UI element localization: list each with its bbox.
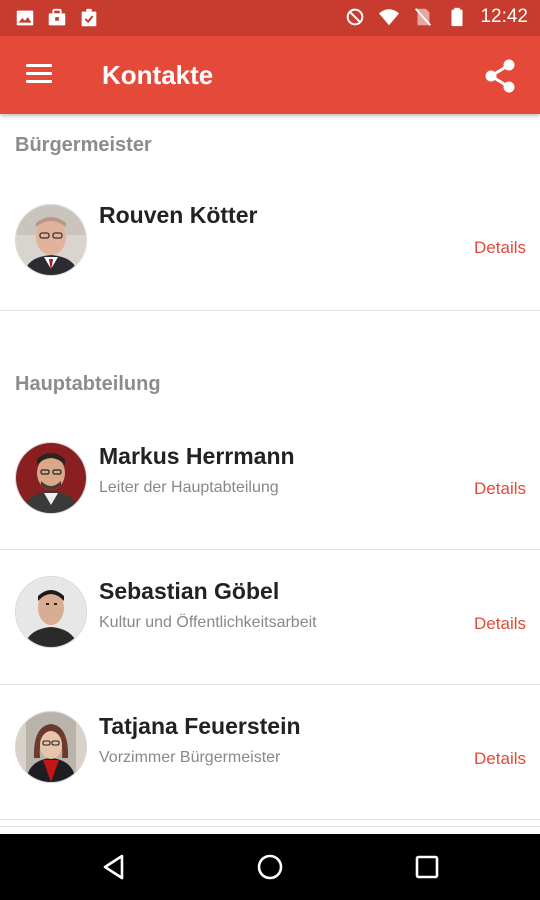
avatar (15, 442, 87, 514)
contact-name: Sebastian Göbel (99, 578, 280, 604)
share-icon[interactable] (480, 56, 520, 96)
details-link[interactable]: Details (474, 614, 526, 634)
do-not-disturb-icon (347, 8, 364, 26)
briefcase-icon (48, 8, 66, 26)
contact-card-markus-herrmann[interactable]: Markus Herrmann Leiter der Hauptabteilun… (0, 415, 540, 550)
status-time: 12:42 (480, 6, 528, 27)
recents-icon[interactable] (411, 851, 443, 883)
contact-role: Vorzimmer Bürgermeister (99, 749, 281, 766)
status-right-icons: 12:42 (344, 6, 528, 28)
menu-button[interactable] (22, 60, 62, 92)
back-icon[interactable] (98, 851, 130, 883)
page-title: Kontakte (102, 60, 214, 90)
avatar (15, 204, 87, 276)
menu-icon (26, 64, 52, 67)
details-link[interactable]: Details (474, 749, 526, 769)
app-bar: Kontakte (0, 36, 540, 114)
contact-card-tatjana-feuerstein[interactable]: Tatjana Feuerstein Vorzimmer Bürgermeist… (0, 685, 540, 820)
contact-list[interactable]: Bürgermeister Rouven Kötter Details Haup… (0, 114, 540, 834)
wifi-icon (379, 9, 400, 26)
avatar (15, 576, 87, 648)
contact-name: Tatjana Feuerstein (99, 713, 301, 739)
contact-name: Rouven Kötter (99, 202, 258, 228)
avatar (15, 711, 87, 783)
battery-icon (451, 7, 463, 27)
status-bar: 12:42 (0, 0, 540, 36)
no-sim-icon (415, 8, 432, 26)
clipboard-check-icon (81, 8, 97, 27)
contact-name: Markus Herrmann (99, 443, 295, 469)
navigation-bar (0, 834, 540, 900)
status-left-icons (14, 7, 100, 29)
list-divider (0, 826, 540, 827)
details-link[interactable]: Details (474, 238, 526, 258)
contact-role: Kultur und Öffentlichkeitsarbeit (99, 614, 317, 631)
contact-role: Leiter der Hauptabteilung (99, 479, 279, 496)
image-icon (16, 10, 34, 26)
contact-card-rouven-koetter[interactable]: Rouven Kötter Details (0, 176, 540, 311)
home-icon[interactable] (254, 851, 286, 883)
details-link[interactable]: Details (474, 479, 526, 499)
section-header-hauptabteilung: Hauptabteilung (15, 373, 161, 395)
section-header-buergermeister: Bürgermeister (15, 134, 152, 156)
contact-card-sebastian-goebel[interactable]: Sebastian Göbel Kultur und Öffentlichkei… (0, 550, 540, 685)
